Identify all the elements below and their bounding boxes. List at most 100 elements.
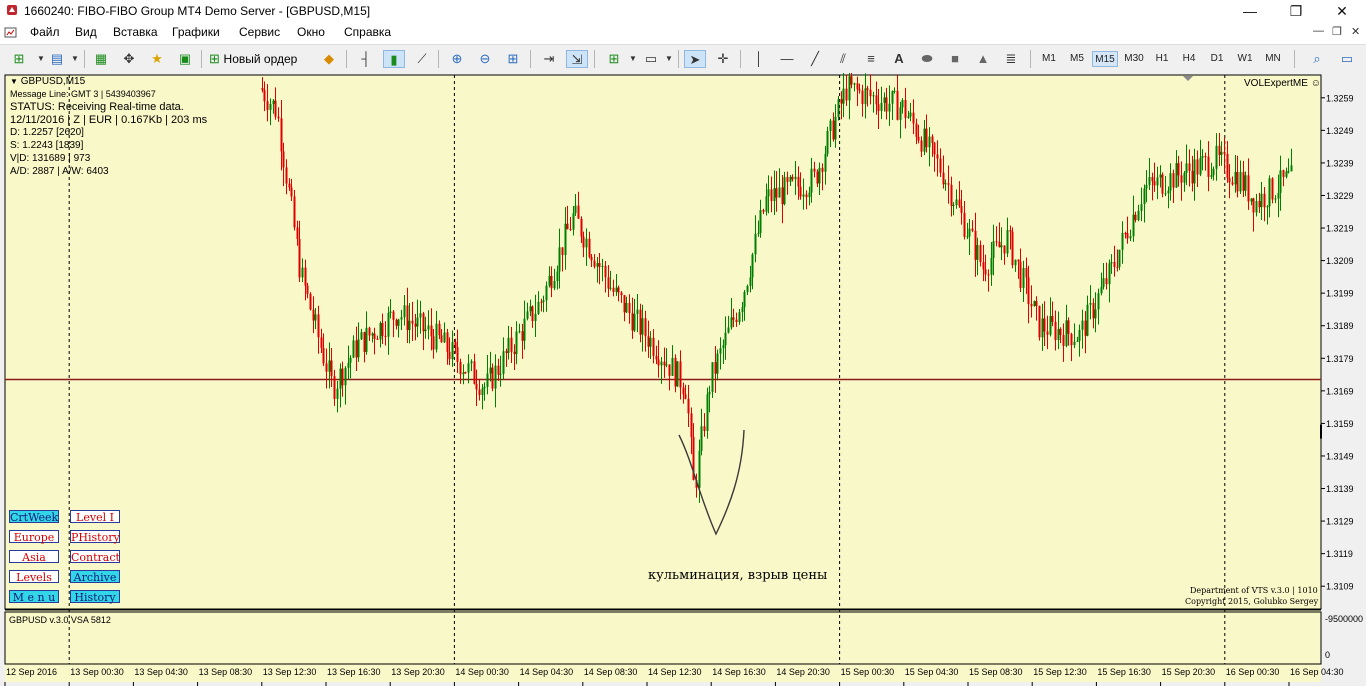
bar-chart-icon[interactable]: ┤: [355, 50, 377, 68]
child-restore-button[interactable]: ❐: [1332, 25, 1342, 38]
rectangle-icon[interactable]: ■: [944, 50, 966, 68]
ellipse-icon[interactable]: ⬬: [916, 50, 938, 68]
time-tick-label: 15 Sep 04:30: [905, 667, 959, 677]
fibo-fan-icon[interactable]: ≣: [1000, 50, 1022, 68]
text-tool-icon[interactable]: A: [888, 50, 910, 68]
chart-canvas[interactable]: 1.3259 1.3249 1.3239 1.3229 1.3219 1.3209 1.31…: [0, 73, 1366, 686]
toolbar: ⊞ ▼ ▤ ▼ ▦ ✥ ★ ▣ ⊞ Новый ордер ◆ ┤ ▮ ⟋ ⊕ …: [0, 44, 1366, 74]
menu-help[interactable]: Справка: [344, 25, 391, 39]
child-close-button[interactable]: ✕: [1351, 25, 1360, 38]
bull-candle: [558, 247, 561, 272]
auto-scroll-icon[interactable]: ⇲: [566, 50, 588, 68]
tile-windows-icon[interactable]: ⊞: [502, 50, 524, 68]
timeframe-h4[interactable]: H4: [1178, 51, 1200, 67]
bull-candle: [545, 285, 548, 301]
trendline-icon[interactable]: ╱: [804, 50, 826, 68]
bear-candle: [925, 128, 928, 148]
new-order-button[interactable]: ⊞ Новый ордер: [209, 50, 319, 68]
contract-button[interactable]: Contract: [70, 550, 120, 564]
bear-candle: [604, 265, 607, 278]
bull-candle: [1279, 170, 1282, 193]
menu-file[interactable]: Файл: [30, 25, 60, 39]
maximize-button[interactable]: ❐: [1273, 0, 1319, 22]
terminal-icon[interactable]: ▣: [174, 50, 196, 68]
chat-icon[interactable]: ▭: [1336, 50, 1358, 68]
dropdown-arrow-icon[interactable]: ▼: [658, 50, 680, 68]
collapse-arrow-icon[interactable]: ▼: [10, 77, 18, 86]
bear-candle: [1134, 214, 1137, 221]
bull-candle: [633, 313, 636, 331]
bull-candle: [711, 362, 714, 392]
cursor-icon[interactable]: ➤: [684, 50, 706, 68]
zoom-in-icon[interactable]: ⊕: [446, 50, 468, 68]
menu-insert[interactable]: Вставка: [113, 25, 158, 39]
timeframe-mn[interactable]: MN: [1261, 51, 1285, 67]
phistory-button[interactable]: PHistory: [70, 530, 120, 544]
bull-candle: [700, 426, 703, 451]
bull-candle: [1041, 318, 1044, 338]
indicator-label: GBPUSD v.3.0 VSA 5812: [9, 615, 111, 625]
child-minimize-button[interactable]: —: [1313, 25, 1324, 37]
dropdown-arrow-icon[interactable]: ▼: [64, 50, 86, 68]
bear-candle: [582, 236, 585, 248]
bear-candle: [682, 387, 685, 395]
line-chart-icon[interactable]: ⟋: [411, 50, 433, 68]
window-title: 1660240: FIBO-FIBO Group MT4 Demo Server…: [24, 4, 371, 18]
timeframe-m1[interactable]: M1: [1038, 51, 1060, 67]
timeframe-w1[interactable]: W1: [1234, 51, 1256, 67]
bull-candle: [955, 199, 958, 206]
bear-candle: [1003, 245, 1006, 254]
candlestick-icon[interactable]: ▮: [383, 50, 405, 68]
menu-button[interactable]: M e n u: [9, 590, 59, 604]
crtweek-button[interactable]: CrtWeek: [9, 510, 59, 524]
horizontal-line-icon[interactable]: —: [776, 50, 798, 68]
europe-button[interactable]: Europe: [9, 530, 59, 544]
price-tick-label: 1.3259: [1326, 93, 1354, 103]
timeframe-h1[interactable]: H1: [1151, 51, 1173, 67]
crosshair-icon[interactable]: ✛: [712, 50, 734, 68]
zoom-out-icon[interactable]: ⊖: [474, 50, 496, 68]
timeframe-m30[interactable]: M30: [1121, 51, 1147, 67]
triangle-icon[interactable]: ▲: [972, 50, 994, 68]
fibonacci-icon[interactable]: ≡: [860, 50, 882, 68]
bull-candle: [534, 313, 537, 322]
equidistant-channel-icon[interactable]: ⫽: [832, 50, 854, 68]
menu-window[interactable]: Окно: [297, 25, 325, 39]
bull-candle: [698, 450, 701, 488]
expert-label[interactable]: VOLExpertME ☺: [1244, 78, 1321, 89]
asia-button[interactable]: Asia: [9, 550, 59, 564]
autotrading-icon[interactable]: ◆: [318, 50, 340, 68]
bull-candle: [1193, 159, 1196, 184]
timeframe-d1[interactable]: D1: [1206, 51, 1228, 67]
timeframe-m15[interactable]: M15: [1092, 51, 1118, 67]
bull-candle: [596, 263, 599, 267]
archive-button[interactable]: Archive: [70, 570, 120, 584]
bear-candle: [1153, 181, 1156, 186]
vertical-line-icon[interactable]: │: [748, 50, 770, 68]
bear-candle: [414, 323, 417, 327]
timeframe-m5[interactable]: M5: [1066, 51, 1088, 67]
favorites-icon[interactable]: ★: [146, 50, 168, 68]
bull-candle: [344, 367, 347, 386]
bull-candle: [944, 183, 947, 185]
level-i-button[interactable]: Level I: [70, 510, 120, 524]
search-icon[interactable]: ⌕: [1306, 50, 1328, 68]
bear-candle: [912, 112, 915, 124]
chart-window-icon[interactable]: [4, 26, 18, 39]
time-tick-label: 13 Sep 20:30: [391, 667, 445, 677]
menu-charts[interactable]: Графики: [172, 25, 220, 39]
bear-candle: [942, 172, 945, 185]
bear-candle: [288, 183, 291, 188]
close-button[interactable]: ✕: [1319, 0, 1365, 22]
menu-tools[interactable]: Сервис: [239, 25, 280, 39]
new-chart-icon[interactable]: ⊞: [8, 50, 30, 68]
market-watch-icon[interactable]: ▦: [90, 50, 112, 68]
time-tick-label: 16 Sep 00:30: [1226, 667, 1280, 677]
menu-view[interactable]: Вид: [75, 25, 97, 39]
levels-button[interactable]: Levels: [9, 570, 59, 584]
minimize-button[interactable]: —: [1227, 0, 1273, 22]
history-button[interactable]: History: [70, 590, 120, 604]
chart-shift-icon[interactable]: ⇥: [538, 50, 560, 68]
navigator-icon[interactable]: ✥: [118, 50, 140, 68]
bear-candle: [963, 212, 966, 237]
